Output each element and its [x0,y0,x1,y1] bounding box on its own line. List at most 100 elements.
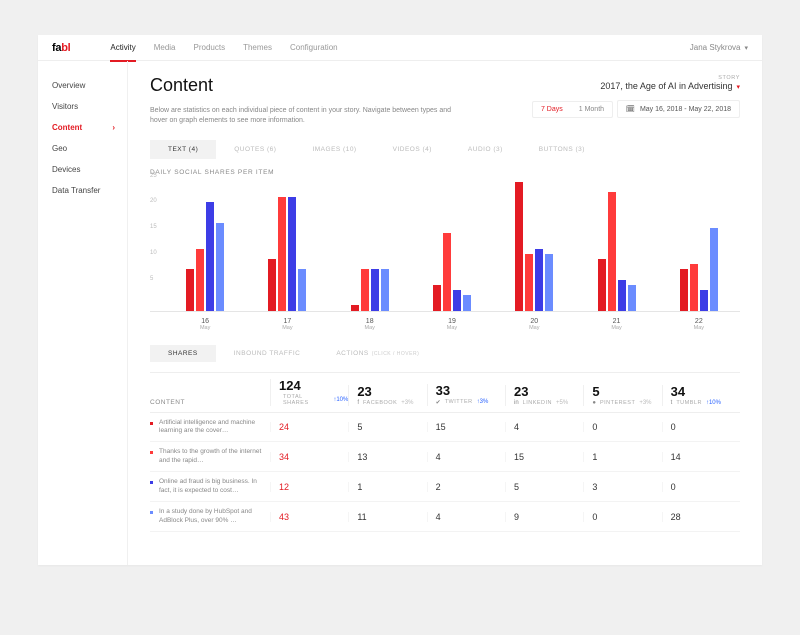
tab-videos[interactable]: VIDEOS (4) [375,140,450,159]
bar[interactable] [216,223,224,311]
logo[interactable]: fabl [52,42,70,54]
sidebar-item-geo[interactable]: Geo [52,138,127,159]
bar[interactable] [515,182,523,311]
topnav-media[interactable]: Media [154,35,176,61]
cell: 1 [348,482,426,492]
bar-group [329,182,411,311]
bar[interactable] [463,295,471,310]
bar[interactable] [700,290,708,311]
table-row[interactable]: Thanks to the growth of the internet and… [150,442,740,472]
content-type-tabs: TEXT (4)QUOTES (6)IMAGES (10)VIDEOS (4)A… [150,140,740,159]
bar[interactable] [535,249,543,311]
row-label: Artificial intelligence and machine lear… [159,419,270,436]
bar[interactable] [278,197,286,311]
cell: 24 [270,422,348,432]
table-row[interactable]: Online ad fraud is big business. In fact… [150,472,740,502]
bar[interactable] [298,269,306,310]
series-dot [150,451,153,454]
top-nav: Activity Media Products Themes Configuration [110,35,689,61]
sidebar-item-devices[interactable]: Devices [52,159,127,180]
cell: 9 [505,512,583,522]
col-header: 34tTUMBLR↑10% [662,385,740,406]
col-header: 33✔TWITTER↑3% [427,384,505,406]
metric-tab-shares[interactable]: SHARES [150,345,216,362]
bar-group [411,182,493,311]
tab-quotes[interactable]: QUOTES (6) [216,140,294,159]
sidebar-item-overview[interactable]: Overview [52,75,127,96]
bar[interactable] [196,249,204,311]
bar[interactable] [371,269,379,310]
user-menu[interactable]: Jana Stykrova▾ [690,43,748,52]
range-1month[interactable]: 1 Month [571,102,612,117]
cell: 28 [662,512,740,522]
bar[interactable] [443,233,451,310]
cell: 34 [270,452,348,462]
bar-group [575,182,657,311]
topnav-themes[interactable]: Themes [243,35,272,61]
col-header: 23inLINKEDIN+5% [505,385,583,406]
tab-images[interactable]: IMAGES (10) [294,140,374,159]
bar[interactable] [628,285,636,311]
cell: 0 [662,422,740,432]
bar[interactable] [690,264,698,310]
cell: 15 [505,452,583,462]
x-axis-label: 19May [411,318,493,331]
series-dot [150,511,153,514]
date-range-picker[interactable]: 🗓May 16, 2018 - May 22, 2018 [617,100,740,118]
metric-tab-inbound-traffic[interactable]: INBOUND TRAFFIC [216,345,319,362]
bar-group [246,182,328,311]
bar[interactable] [618,280,626,311]
cell: 14 [662,452,740,462]
table-row[interactable]: Artificial intelligence and machine lear… [150,413,740,443]
x-axis-label: 18May [329,318,411,331]
x-axis-label: 17May [246,318,328,331]
sidebar-item-data-transfer[interactable]: Data Transfer [52,180,127,201]
range-7days[interactable]: 7 Days [533,102,571,117]
tab-audio[interactable]: AUDIO (3) [450,140,521,159]
bar[interactable] [268,259,276,311]
sidebar-item-visitors[interactable]: Visitors [52,96,127,117]
x-axis-label: 16May [164,318,246,331]
cell: 3 [583,482,661,492]
bar[interactable] [608,192,616,311]
bar[interactable] [680,269,688,310]
x-axis-label: 22May [658,318,740,331]
bar[interactable] [206,202,214,310]
bar[interactable] [433,285,441,311]
cell: 0 [583,422,661,432]
sidebar: OverviewVisitorsContent›GeoDevicesData T… [38,61,128,565]
topnav-activity[interactable]: Activity [110,35,135,62]
bar[interactable] [288,197,296,311]
bar[interactable] [351,305,359,310]
bar[interactable] [186,269,194,310]
story-selector[interactable]: STORY 2017, the Age of AI in Advertising… [600,75,740,91]
bar[interactable] [545,254,553,311]
chart-title: DAILY SOCIAL SHARES PER ITEM [150,169,740,176]
table-row[interactable]: In a study done by HubSpot and AdBlock P… [150,502,740,532]
bar-chart: 510152025 [150,182,740,312]
cell: 0 [583,512,661,522]
cell: 15 [427,422,505,432]
tab-buttons[interactable]: BUTTONS (3) [521,140,603,159]
row-label: Online ad fraud is big business. In fact… [159,478,270,495]
topnav-products[interactable]: Products [194,35,226,61]
bar[interactable] [381,269,389,310]
app-shell: fabl Activity Media Products Themes Configur… [38,35,762,565]
cell: 0 [662,482,740,492]
chevron-right-icon: › [112,123,115,132]
bar[interactable] [361,269,369,310]
bar[interactable] [525,254,533,311]
topnav-configuration[interactable]: Configuration [290,35,338,61]
sidebar-item-content[interactable]: Content› [52,117,127,138]
cell: 11 [348,512,426,522]
main-panel: Content STORY 2017, the Age of AI in Adv… [128,61,762,565]
tab-text[interactable]: TEXT (4) [150,140,216,159]
cell: 4 [505,422,583,432]
bar[interactable] [453,290,461,311]
cell: 13 [348,452,426,462]
bar[interactable] [598,259,606,311]
cell: 43 [270,512,348,522]
metric-tabs: SHARESINBOUND TRAFFICACTIONS(CLICK / HOV… [150,345,740,362]
metric-tab-actions[interactable]: ACTIONS(CLICK / HOVER) [318,345,437,362]
bar[interactable] [710,228,718,311]
